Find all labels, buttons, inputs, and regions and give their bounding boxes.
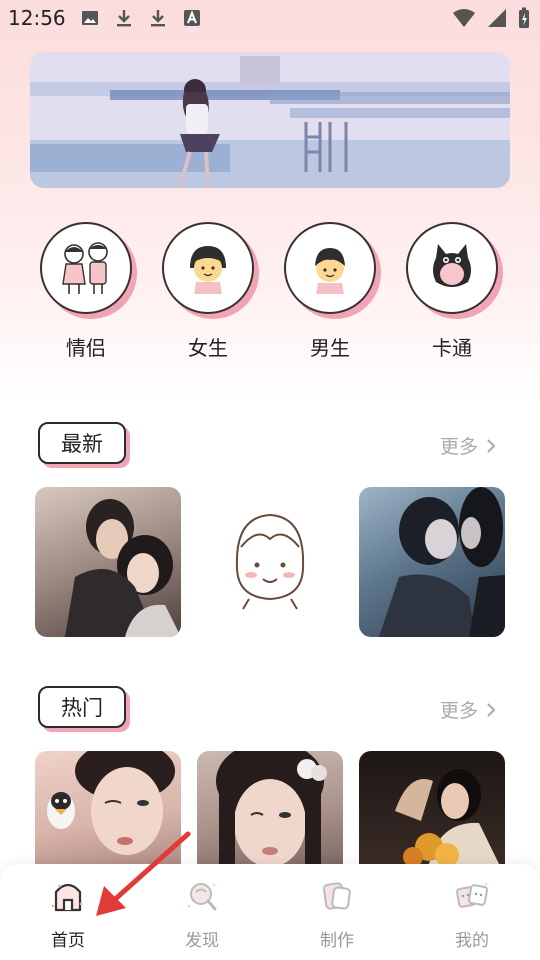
chevron-right-icon <box>487 702 496 717</box>
category-girl[interactable]: 女生 <box>162 222 262 362</box>
section-title-hot: 热门 <box>38 686 126 728</box>
avatar-thumbnail[interactable] <box>35 487 181 637</box>
notification-icons <box>80 8 202 28</box>
battery-icon <box>519 7 529 28</box>
font-a-icon <box>184 10 200 26</box>
more-label: 更多 <box>439 436 478 458</box>
category-couple[interactable]: 情侣 <box>40 222 140 362</box>
create-icon <box>321 882 351 910</box>
girl-bouquet-photo <box>395 769 499 864</box>
home-icon <box>51 883 83 912</box>
banner-illustration <box>30 52 510 188</box>
avatar-thumbnail[interactable] <box>35 751 181 864</box>
nav-label: 发现 <box>185 931 219 951</box>
nav-home[interactable]: 首页 <box>28 876 108 956</box>
signal-icon <box>488 9 506 27</box>
category-label: 男生 <box>310 336 350 360</box>
download-icon <box>117 10 131 27</box>
download-icon <box>151 10 165 27</box>
avatar-thumbnail[interactable] <box>359 487 505 637</box>
more-link-latest[interactable]: 更多 <box>440 432 496 459</box>
nav-label: 我的 <box>455 931 489 951</box>
section-title-latest: 最新 <box>38 422 126 464</box>
nav-profile[interactable]: 我的 <box>432 876 512 956</box>
couple-avatar-icon <box>40 222 132 314</box>
more-link-hot[interactable]: 更多 <box>440 696 496 723</box>
avatar-thumbnail[interactable] <box>197 751 343 864</box>
chevron-right-icon <box>487 438 496 453</box>
nav-discover[interactable]: 发现 <box>162 876 242 956</box>
category-cartoon[interactable]: 卡通 <box>406 222 506 362</box>
category-label: 卡通 <box>432 336 472 360</box>
nav-label: 制作 <box>320 931 354 951</box>
boy-avatar-icon <box>284 222 376 314</box>
girl-avatar-icon <box>162 222 254 314</box>
bottom-nav: 首页 发现 制作 我的 <box>0 864 540 960</box>
cartoon-cat-avatar-icon <box>406 222 498 314</box>
status-bar: 12:56 <box>0 0 540 36</box>
profile-icon <box>456 882 488 908</box>
category-label: 情侣 <box>66 336 106 360</box>
category-boy[interactable]: 男生 <box>284 222 384 362</box>
sketch-boy-drawing <box>235 513 305 610</box>
nav-create[interactable]: 制作 <box>297 876 377 956</box>
girl-wink-photo <box>47 751 175 855</box>
nav-label: 首页 <box>51 931 85 951</box>
category-label: 女生 <box>188 336 228 360</box>
status-time: 12:56 <box>8 6 66 30</box>
more-label: 更多 <box>439 700 478 722</box>
wifi-icon <box>453 9 475 27</box>
avatar-thumbnail[interactable] <box>197 487 343 637</box>
banner-image[interactable] <box>30 52 510 188</box>
avatar-thumbnail[interactable] <box>359 751 505 864</box>
image-icon <box>82 11 98 25</box>
couple-kiss-photo <box>379 487 505 637</box>
system-icons <box>452 7 530 29</box>
couple-photo <box>65 499 181 637</box>
discover-icon <box>187 883 217 911</box>
girl-flower-photo <box>216 751 327 864</box>
